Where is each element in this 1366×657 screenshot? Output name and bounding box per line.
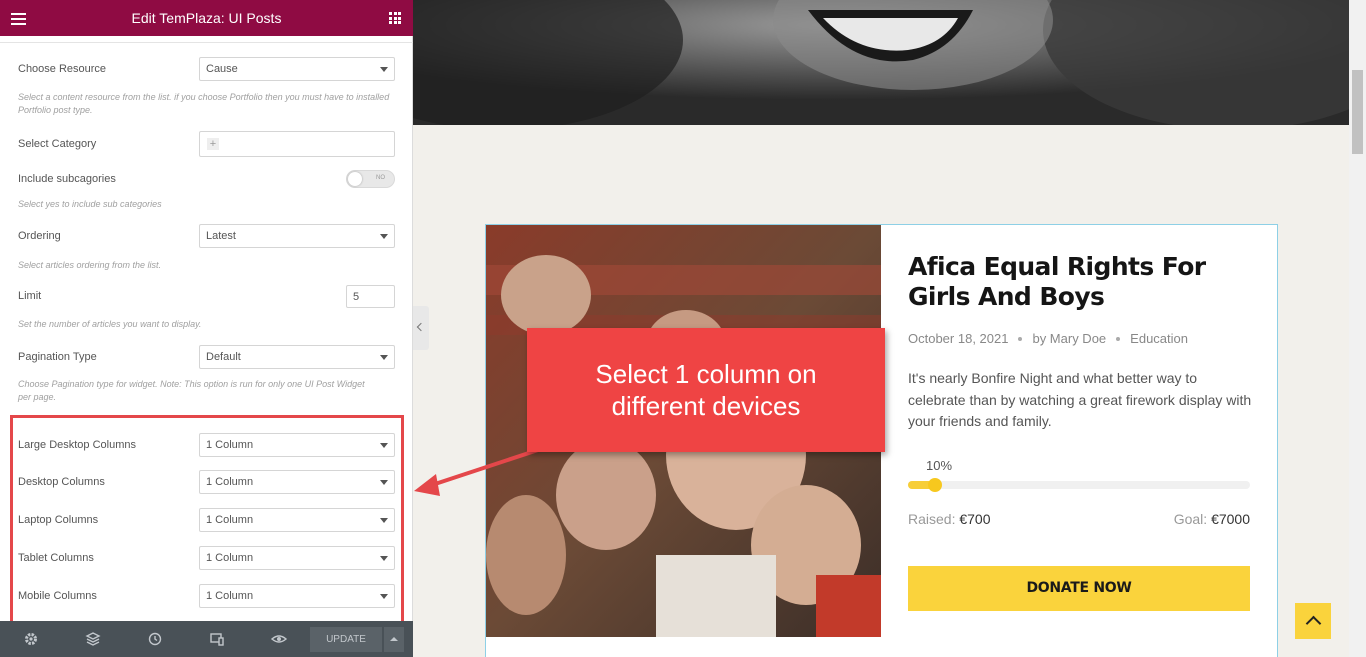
resource-select[interactable]: Cause xyxy=(199,57,395,81)
post-author[interactable]: by Mary Doe xyxy=(1032,331,1106,346)
update-options-button[interactable] xyxy=(384,627,404,652)
subcategories-description: Select yes to include sub categories xyxy=(18,199,162,209)
ordering-select-value: Latest xyxy=(206,230,236,242)
gear-icon[interactable] xyxy=(23,631,39,647)
history-icon[interactable] xyxy=(147,631,163,647)
ordering-label: Ordering xyxy=(18,230,61,242)
pagination-select[interactable]: Default xyxy=(199,345,395,369)
callout-line-2: different devices xyxy=(611,391,801,421)
progress-percent: 10% xyxy=(926,458,953,473)
bottom-toolbar: UPDATE xyxy=(0,621,413,657)
editor-panel: Edit TemPlaza: UI Posts Choose Resource … xyxy=(0,0,413,657)
subcategories-toggle[interactable]: NO xyxy=(346,170,395,188)
callout-box: Select 1 column on different devices xyxy=(527,328,885,452)
collapse-panel-button[interactable] xyxy=(413,306,429,350)
raised-label: Raised: xyxy=(908,511,956,527)
ordering-select[interactable]: Latest xyxy=(199,224,395,248)
toggle-state: NO xyxy=(376,175,385,181)
ordering-description: Select articles ordering from the list. xyxy=(18,260,162,270)
hero-photo xyxy=(413,0,1349,125)
separator-dot xyxy=(1018,337,1023,341)
post-meta: October 18, 2021 by Mary Doe Education xyxy=(908,331,1188,346)
scrollbar-thumb[interactable] xyxy=(1352,70,1363,154)
chevron-down-icon xyxy=(380,234,388,239)
panel-header: Edit TemPlaza: UI Posts xyxy=(0,0,413,36)
eye-icon[interactable] xyxy=(271,631,287,647)
goal-value: €7000 xyxy=(1211,511,1250,527)
raised-amount: Raised: €700 xyxy=(908,511,991,527)
widgets-grid-icon[interactable] xyxy=(389,12,401,24)
progress-bar xyxy=(908,478,1250,492)
progress-knob xyxy=(928,478,942,492)
pagination-label: Pagination Type xyxy=(18,351,97,363)
chevron-down-icon xyxy=(380,355,388,360)
post-title[interactable]: Afica Equal Rights For Girls And Boys xyxy=(908,252,1258,312)
chevron-down-icon xyxy=(380,67,388,72)
hero-image xyxy=(413,0,1349,125)
subcategories-label: Include subcagories xyxy=(18,173,116,185)
resource-select-value: Cause xyxy=(206,63,238,75)
category-label: Select Category xyxy=(18,138,97,150)
divider xyxy=(0,42,413,43)
limit-input[interactable]: 5 xyxy=(346,285,395,308)
resource-description: Select a content resource from the list.… xyxy=(18,92,390,115)
scroll-to-top-button[interactable] xyxy=(1295,603,1331,639)
post-excerpt: It's nearly Bonfire Night and what bette… xyxy=(908,370,1252,429)
pagination-select-value: Default xyxy=(206,351,241,363)
goal-amount: Goal: €7000 xyxy=(1174,511,1250,527)
resource-label: Choose Resource xyxy=(18,63,107,75)
panel-title: Edit TemPlaza: UI Posts xyxy=(131,10,282,26)
category-input[interactable]: + xyxy=(199,131,395,157)
post-date: October 18, 2021 xyxy=(908,331,1009,346)
separator-dot xyxy=(1116,337,1121,341)
goal-label: Goal: xyxy=(1173,511,1208,527)
responsive-icon[interactable] xyxy=(209,631,225,647)
limit-description: Set the number of articles you want to d… xyxy=(18,319,202,329)
update-button[interactable]: UPDATE xyxy=(310,627,382,652)
callout-line-1: Select 1 column on xyxy=(595,359,817,389)
raised-value: €700 xyxy=(959,511,991,527)
post-category[interactable]: Education xyxy=(1130,331,1188,346)
page-scrollbar[interactable] xyxy=(1349,0,1366,657)
add-category-icon[interactable]: + xyxy=(207,138,219,150)
donate-now-button[interactable]: DONATE NOW xyxy=(908,566,1250,611)
limit-label: Limit xyxy=(18,290,42,302)
columns-highlight-box xyxy=(10,415,404,628)
layers-icon[interactable] xyxy=(85,631,101,647)
pagination-description: Choose Pagination type for widget. Note:… xyxy=(18,379,365,402)
toggle-knob xyxy=(348,172,362,186)
editor-window: Edit TemPlaza: UI Posts Choose Resource … xyxy=(0,0,1366,657)
